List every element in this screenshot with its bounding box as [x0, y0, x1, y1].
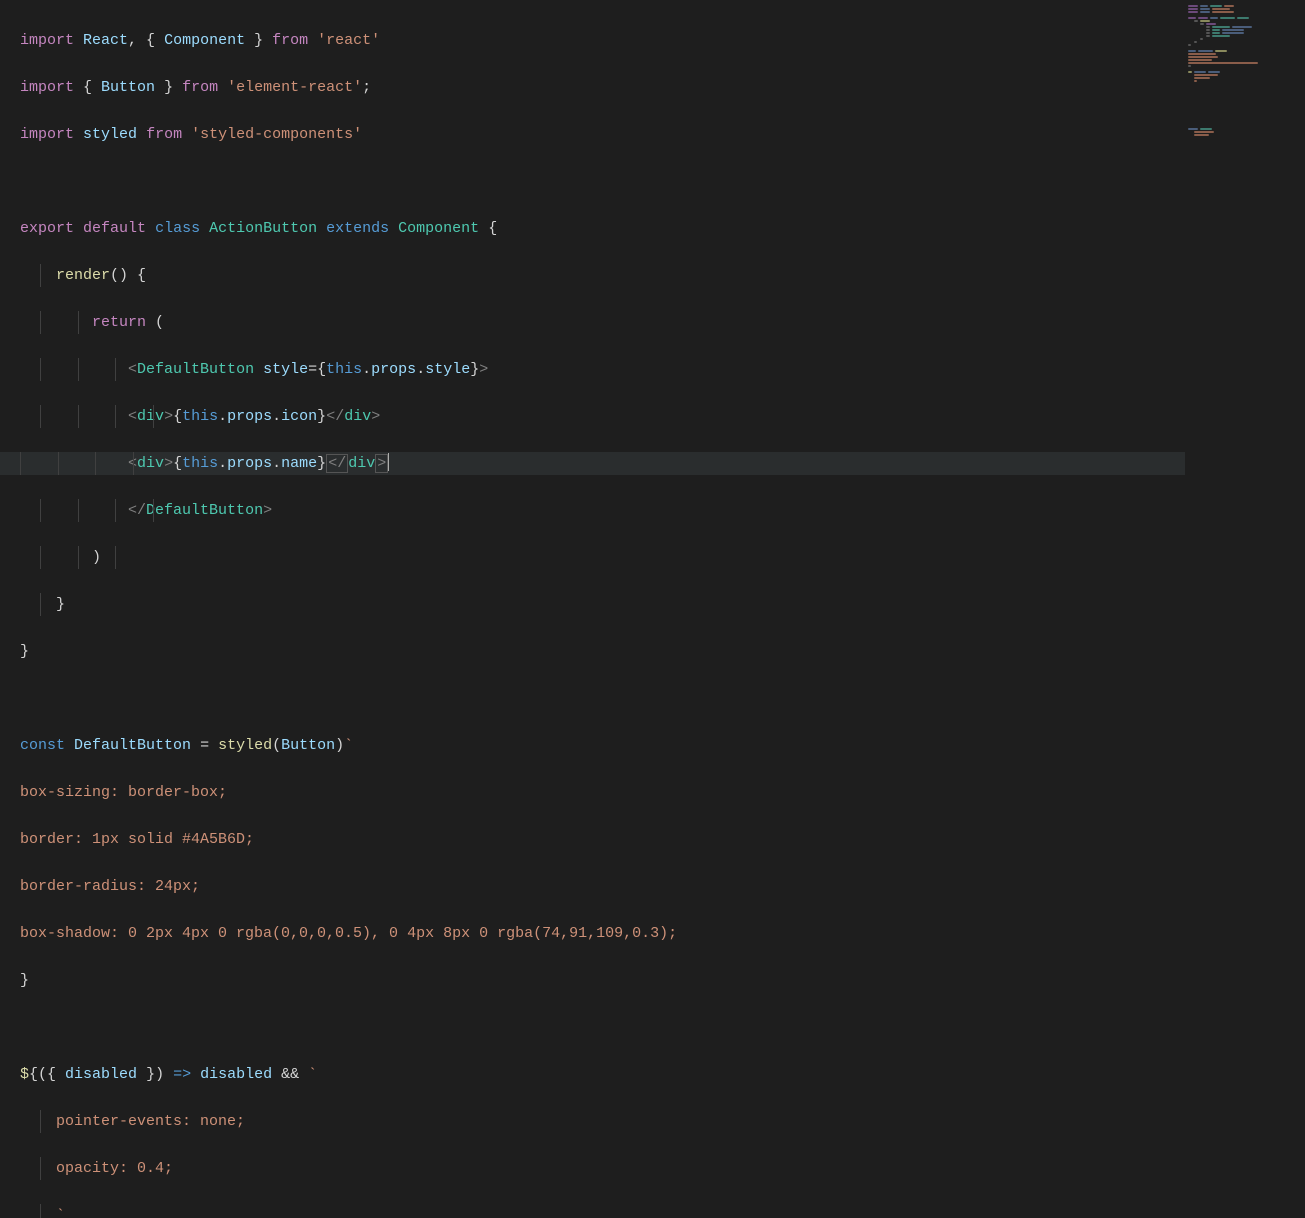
code-line: ` [20, 1204, 1185, 1218]
code-line [20, 687, 1185, 711]
code-line: return ( [20, 311, 1185, 335]
code-line: import { Button } from 'element-react'; [20, 76, 1185, 100]
code-editor[interactable]: import React, { Component } from 'react'… [0, 0, 1185, 609]
code-line: border-radius: 24px; [20, 875, 1185, 899]
code-line-active: <div>{this.props.name}</div> [0, 452, 1185, 476]
code-line: import React, { Component } from 'react' [20, 29, 1185, 53]
code-line: const DefaultButton = styled(Button)` [20, 734, 1185, 758]
code-line: </DefaultButton> [20, 499, 1185, 523]
code-line: box-shadow: 0 2px 4px 0 rgba(0,0,0,0.5),… [20, 922, 1185, 946]
code-line: opacity: 0.4; [20, 1157, 1185, 1181]
code-line: <DefaultButton style={this.props.style}> [20, 358, 1185, 382]
code-line [20, 170, 1185, 194]
code-line: import styled from 'styled-components' [20, 123, 1185, 147]
code-line: ${({ disabled }) => disabled && ` [20, 1063, 1185, 1087]
code-line: } [20, 969, 1185, 993]
code-line: } [20, 640, 1185, 664]
code-line: <div>{this.props.icon}</div> [20, 405, 1185, 429]
code-line: export default class ActionButton extend… [20, 217, 1185, 241]
code-line [20, 1016, 1185, 1040]
text-cursor [388, 453, 389, 471]
code-line: box-sizing: border-box; [20, 781, 1185, 805]
code-line: pointer-events: none; [20, 1110, 1185, 1134]
code-line: ) [20, 546, 1185, 570]
code-line: border: 1px solid #4A5B6D; [20, 828, 1185, 852]
minimap[interactable] [1185, 0, 1305, 609]
code-line: render() { [20, 264, 1185, 288]
code-line: } [20, 593, 1185, 617]
